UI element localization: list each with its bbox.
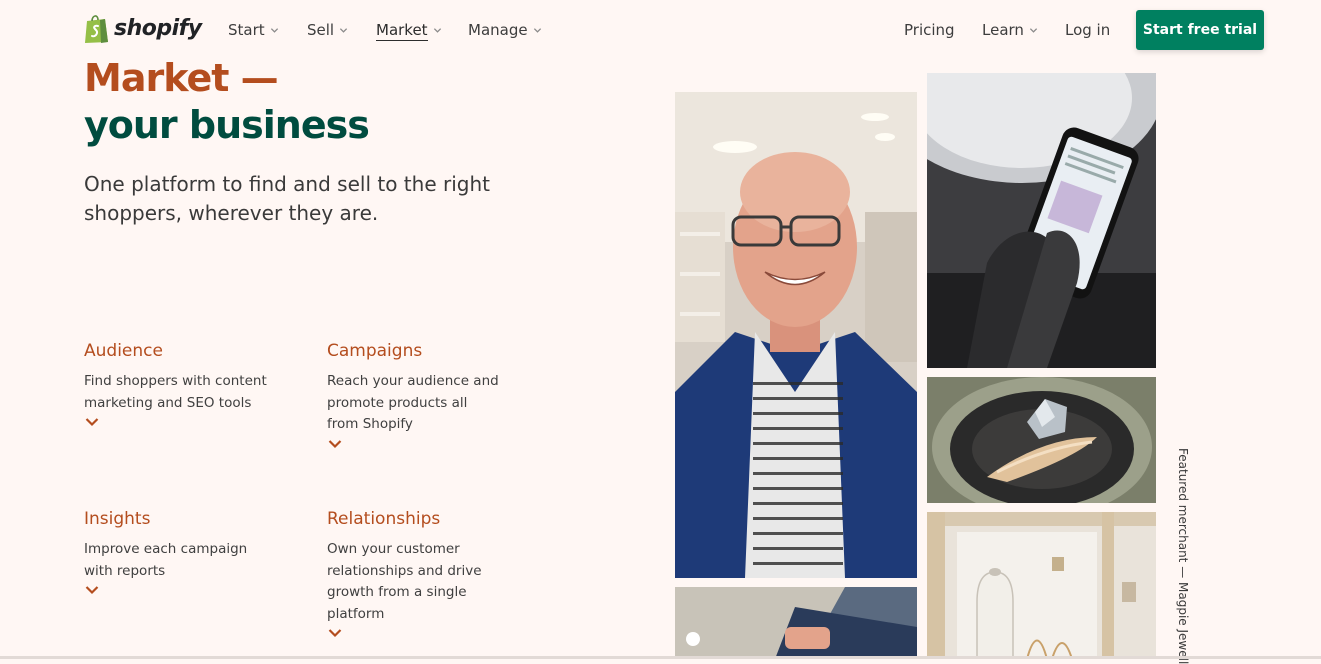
nav-manage[interactable]: Manage xyxy=(468,20,542,40)
logo-wordmark: shopify xyxy=(114,16,202,41)
nav-sell[interactable]: Sell xyxy=(307,20,348,40)
chevron-down-icon xyxy=(533,27,541,33)
nav-market-label: Market xyxy=(376,21,428,41)
nav-learn-label: Learn xyxy=(982,21,1024,39)
expand-chevron-icon[interactable] xyxy=(85,585,99,595)
hero-title-line2: your business xyxy=(84,103,370,147)
feature-title: Audience xyxy=(84,341,163,361)
nav-start[interactable]: Start xyxy=(228,20,279,40)
nav-login[interactable]: Log in xyxy=(1065,20,1110,40)
nav-market[interactable]: Market xyxy=(376,20,442,41)
laptop-image xyxy=(675,587,917,659)
expand-chevron-icon[interactable] xyxy=(328,628,342,638)
feature-title: Insights xyxy=(84,509,151,529)
feature-description: Own your customer relationships and driv… xyxy=(327,541,482,622)
feature-description: Improve each campaign with reports xyxy=(84,541,248,579)
feature-description: Reach your audience and promote products… xyxy=(327,373,499,432)
feature-title: Campaigns xyxy=(327,341,423,361)
featured-merchant-caption: Featured merchant — Magpie Jewell xyxy=(1176,448,1190,664)
start-free-trial-button[interactable]: Start free trial xyxy=(1136,10,1264,50)
hero-title-line1: Market — xyxy=(84,56,279,100)
shop-interior-image xyxy=(927,512,1156,659)
nav-login-label: Log in xyxy=(1065,21,1111,39)
merchant-portrait-image xyxy=(675,92,917,578)
nav-learn[interactable]: Learn xyxy=(982,20,1038,40)
phone-image xyxy=(927,73,1156,368)
nav-manage-label: Manage xyxy=(468,21,528,39)
nav-pricing-label: Pricing xyxy=(904,21,955,39)
feature-insights: Insights Improve each campaign with repo… xyxy=(84,508,294,595)
ring-image xyxy=(927,377,1156,503)
chevron-down-icon xyxy=(270,27,278,33)
feature-description: Find shoppers with content marketing and… xyxy=(84,373,267,411)
feature-campaigns: Campaigns Reach your audience and promot… xyxy=(327,340,537,449)
expand-chevron-icon[interactable] xyxy=(328,439,342,449)
shopify-bag-icon xyxy=(85,15,108,43)
shopify-logo[interactable]: shopify xyxy=(84,13,202,44)
chevron-down-icon xyxy=(433,28,441,33)
feature-relationships: Relationships Own your customer relation… xyxy=(327,508,537,638)
feature-audience: Audience Find shoppers with content mark… xyxy=(84,340,294,427)
nav-start-label: Start xyxy=(228,21,265,39)
nav-pricing[interactable]: Pricing xyxy=(904,20,955,40)
chevron-down-icon xyxy=(339,27,348,33)
nav-sell-label: Sell xyxy=(307,21,335,39)
chevron-down-icon xyxy=(1029,27,1038,33)
feature-title: Relationships xyxy=(327,509,441,529)
expand-chevron-icon[interactable] xyxy=(85,417,99,427)
top-navigation: shopify Start Sell Market Manage Pricing… xyxy=(0,0,1321,60)
hero-subtitle: One platform to find and sell to the rig… xyxy=(84,172,490,225)
